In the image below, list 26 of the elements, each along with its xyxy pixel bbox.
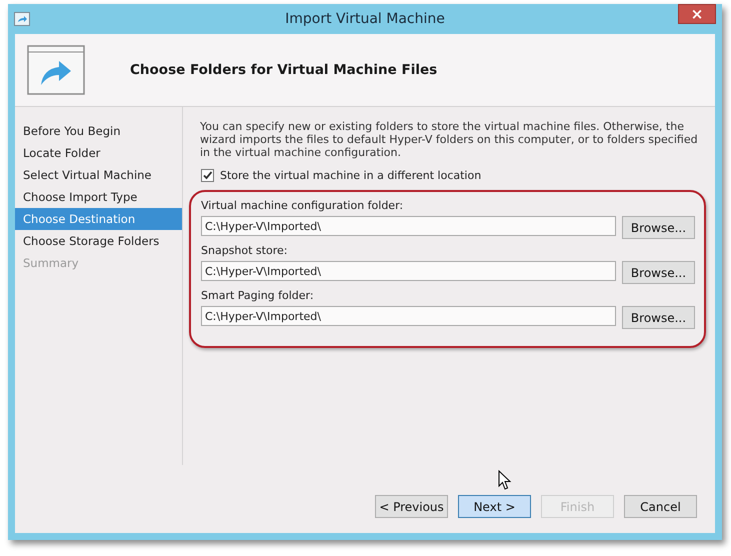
wizard-step[interactable]: Choose Import Type [15, 186, 182, 208]
browse-button[interactable]: Browse... [622, 216, 695, 239]
wizard-step[interactable]: Locate Folder [15, 142, 182, 164]
checkbox-label: Store the virtual machine in a different location [220, 169, 482, 182]
folder-path-field[interactable]: C:\Hyper-V\Imported\ [201, 216, 616, 236]
wizard-step[interactable]: Select Virtual Machine [15, 164, 182, 186]
wizard-button[interactable]: Next > [458, 495, 531, 518]
wizard-step[interactable]: Choose Storage Folders [15, 230, 182, 252]
wizard-step[interactable]: Before You Begin [15, 120, 182, 142]
window-title: Import Virtual Machine [285, 11, 445, 27]
wizard-button[interactable]: Cancel [624, 495, 697, 518]
folder-path-field[interactable]: C:\Hyper-V\Imported\ [201, 306, 616, 326]
wizard-step: Summary [15, 252, 182, 274]
field-label: Virtual machine configuration folder: [201, 199, 404, 212]
wizard-button[interactable]: < Previous [375, 495, 448, 518]
folder-path-field[interactable]: C:\Hyper-V\Imported\ [201, 261, 616, 281]
page-heading: Choose Folders for Virtual Machine Files [130, 62, 438, 78]
field-label: Smart Paging folder: [201, 289, 314, 302]
browse-button[interactable]: Browse... [622, 306, 695, 329]
app-icon [14, 12, 30, 26]
checkbox[interactable] [201, 169, 214, 182]
description-text: You can specify new or existing folders to store the virtual machine files. Otherwise, the wizard imports the files to default Hyper-V folders on this computer, or to folders specified in the virtual machine configuration. [200, 120, 699, 159]
mouse-pointer-icon [498, 470, 512, 491]
browse-button[interactable]: Browse... [622, 261, 695, 284]
field-label: Snapshot store: [201, 244, 288, 257]
close-button[interactable]: × [678, 4, 716, 24]
